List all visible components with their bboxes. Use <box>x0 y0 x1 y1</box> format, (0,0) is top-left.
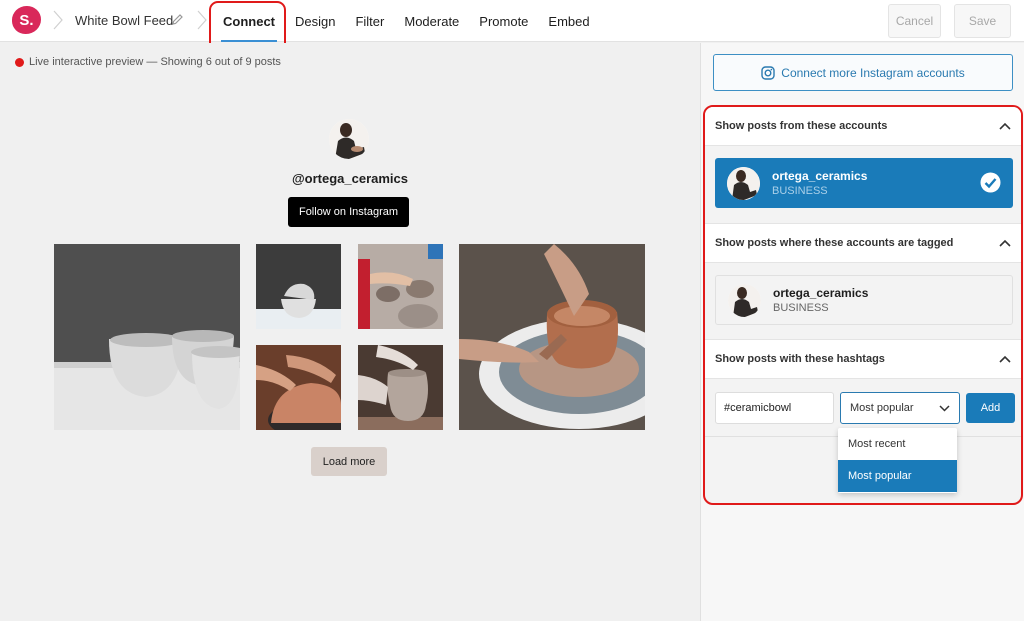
tab-moderate[interactable]: Moderate <box>394 0 469 42</box>
breadcrumb-separator-icon <box>196 10 208 30</box>
post-image-pottery-class[interactable] <box>358 244 443 329</box>
tab-filter[interactable]: Filter <box>345 0 394 42</box>
app-logo[interactable]: S. <box>12 6 41 34</box>
account-type: BUSINESS <box>773 302 829 314</box>
add-hashtag-button[interactable]: Add <box>966 393 1015 423</box>
section-header-hashtags[interactable]: Show posts with these hashtags <box>705 339 1021 379</box>
tab-promote[interactable]: Promote <box>469 0 538 42</box>
cancel-button[interactable]: Cancel <box>888 4 941 38</box>
checkmark-icon <box>980 172 1001 193</box>
live-dot-icon <box>15 57 24 67</box>
section-header-accounts[interactable]: Show posts from these accounts <box>705 107 1021 146</box>
tab-embed[interactable]: Embed <box>538 0 599 42</box>
sort-select-value: Most popular <box>850 402 914 414</box>
connect-more-label: Connect more Instagram accounts <box>781 65 965 80</box>
edit-pencil-icon[interactable] <box>171 13 184 26</box>
chevron-up-icon <box>999 239 1011 247</box>
tab-connect[interactable]: Connect <box>213 0 285 42</box>
chevron-up-icon <box>999 122 1011 130</box>
sort-option-most-recent[interactable]: Most recent <box>838 428 957 460</box>
account-avatar <box>728 283 761 317</box>
tab-design[interactable]: Design <box>285 0 345 42</box>
sort-option-most-popular[interactable]: Most popular <box>838 460 957 492</box>
feed-name: White Bowl Feed <box>75 13 174 28</box>
section-title: Show posts from these accounts <box>715 120 888 132</box>
post-image-throwing-bowl[interactable] <box>459 244 645 430</box>
chevron-up-icon <box>999 355 1011 363</box>
instagram-icon <box>761 65 775 80</box>
load-more-button[interactable]: Load more <box>311 447 387 476</box>
breadcrumb-separator-icon <box>52 10 64 30</box>
nav-tabs: Connect Design Filter Moderate Promote E… <box>213 0 600 42</box>
sort-dropdown-menu: Most recent Most popular <box>838 428 957 493</box>
profile-avatar[interactable] <box>329 119 369 159</box>
hashtag-sort-select[interactable]: Most popular <box>840 392 960 424</box>
account-card-tagged[interactable]: ortega_ceramics BUSINESS <box>715 275 1013 325</box>
section-header-tagged[interactable]: Show posts where these accounts are tagg… <box>705 223 1021 263</box>
post-image-vase-on-wheel[interactable] <box>358 345 443 430</box>
account-avatar <box>727 166 760 200</box>
profile-handle[interactable]: @ortega_ceramics <box>0 171 700 186</box>
account-card-selected[interactable]: ortega_ceramics BUSINESS <box>715 158 1013 208</box>
account-name: ortega_ceramics <box>772 169 868 183</box>
post-image-hands-on-clay[interactable] <box>256 345 341 430</box>
top-bar: S. White Bowl Feed Connect Design Filter… <box>0 0 1024 42</box>
live-preview-note: Live interactive preview — Showing 6 out… <box>15 56 281 68</box>
live-preview-text: Live interactive preview — Showing 6 out… <box>29 56 281 68</box>
section-title: Show posts where these accounts are tagg… <box>715 237 954 249</box>
save-button[interactable]: Save <box>954 4 1011 38</box>
connect-more-accounts-button[interactable]: Connect more Instagram accounts <box>713 54 1013 91</box>
post-image-stacked-bowls[interactable] <box>256 244 341 329</box>
hashtag-input[interactable]: #ceramicbowl <box>715 392 834 424</box>
chevron-down-icon <box>939 405 950 412</box>
section-title: Show posts with these hashtags <box>715 353 885 365</box>
account-type: BUSINESS <box>772 185 828 197</box>
account-name: ortega_ceramics <box>773 286 869 300</box>
post-image-white-bowls[interactable] <box>54 244 240 430</box>
settings-sidebar: Connect more Instagram accounts Show pos… <box>700 43 1024 621</box>
follow-on-instagram-button[interactable]: Follow on Instagram <box>288 197 409 227</box>
feed-preview: Live interactive preview — Showing 6 out… <box>0 43 700 621</box>
